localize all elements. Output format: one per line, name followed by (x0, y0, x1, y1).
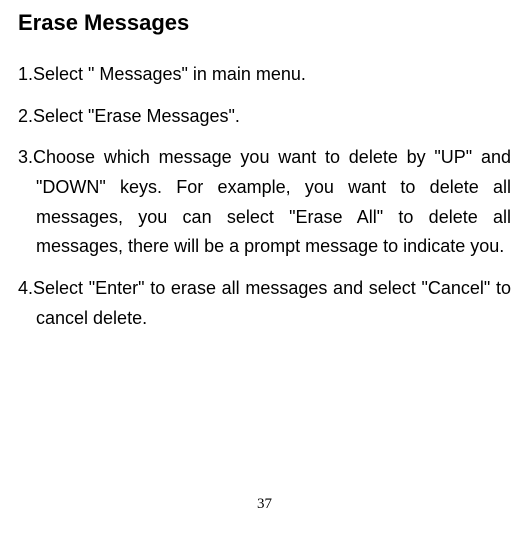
step-number: 3. (18, 147, 33, 167)
list-item: 2.Select "Erase Messages". (18, 102, 511, 132)
page-number: 37 (257, 496, 272, 513)
list-item: 4.Select "Enter" to erase all messages a… (18, 274, 511, 333)
list-item: 3.Choose which message you want to delet… (18, 143, 511, 262)
step-text: Select "Erase Messages". (33, 106, 240, 126)
step-text: Choose which message you want to delete … (33, 147, 511, 256)
list-item: 1.Select " Messages" in main menu. (18, 60, 511, 90)
steps-list: 1.Select " Messages" in main menu. 2.Sel… (18, 60, 511, 334)
step-number: 2. (18, 106, 33, 126)
page-title: Erase Messages (18, 10, 511, 36)
step-number: 4. (18, 278, 33, 298)
step-number: 1. (18, 64, 33, 84)
step-text: Select " Messages" in main menu. (33, 64, 306, 84)
step-text: Select "Enter" to erase all messages and… (33, 278, 511, 328)
